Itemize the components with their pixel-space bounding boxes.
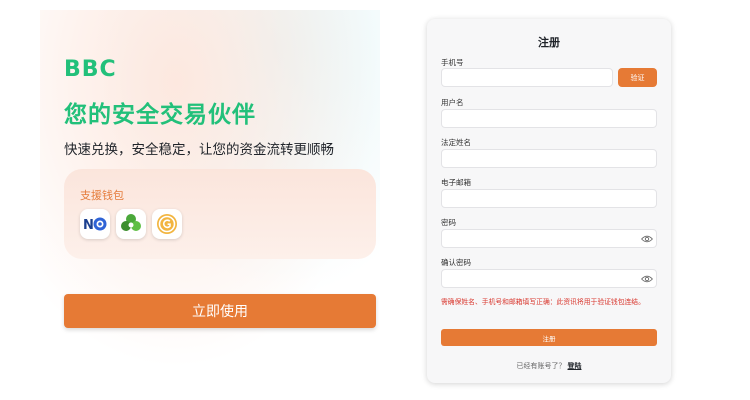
confirm-password-label: 确认密码 bbox=[441, 258, 471, 267]
login-prompt: 已经有账号了？ 登陆 bbox=[427, 361, 671, 371]
password-input[interactable] bbox=[441, 229, 657, 248]
hero-section: BBC 您的安全交易伙伴 快速兑换，安全稳定，让您的资金流转更顺畅 支援钱包 N bbox=[64, 0, 376, 400]
supported-wallets-card: 支援钱包 N bbox=[64, 169, 376, 259]
use-now-button[interactable]: 立即使用 bbox=[64, 294, 376, 328]
register-submit-button[interactable]: 注册 bbox=[441, 329, 657, 346]
supported-wallets-title: 支援钱包 bbox=[80, 189, 124, 202]
gold-coin-wallet-icon[interactable] bbox=[152, 209, 182, 239]
verify-button[interactable]: 验证 bbox=[618, 68, 657, 87]
have-account-text: 已经有账号了？ bbox=[516, 362, 566, 370]
hero-tagline: 快速兑换，安全稳定，让您的资金流转更顺畅 bbox=[64, 142, 334, 158]
register-card: 注册 手机号 验证 用户名 法定姓名 电子邮箱 密码 确认密码 需确保姓名、手机… bbox=[427, 19, 671, 383]
register-warning-text: 需确保姓名、手机号和邮箱填写正确：此资讯将用于验证钱包连结。 bbox=[441, 298, 645, 306]
phone-label: 手机号 bbox=[441, 58, 464, 67]
phone-input[interactable] bbox=[441, 68, 613, 87]
show-password-eye-icon[interactable] bbox=[641, 235, 653, 243]
brand-title: BBC bbox=[64, 57, 117, 82]
username-input[interactable] bbox=[441, 109, 657, 128]
nobi-wallet-icon[interactable]: N bbox=[80, 209, 110, 239]
register-title: 注册 bbox=[538, 36, 560, 49]
password-label: 密码 bbox=[441, 218, 456, 227]
hero-headline: 您的安全交易伙伴 bbox=[64, 102, 256, 128]
login-link[interactable]: 登陆 bbox=[568, 362, 582, 370]
clover-wallet-icon[interactable] bbox=[116, 209, 146, 239]
confirm-password-input[interactable] bbox=[441, 269, 657, 288]
email-label: 电子邮箱 bbox=[441, 178, 471, 187]
username-label: 用户名 bbox=[441, 98, 464, 107]
legal-name-input[interactable] bbox=[441, 149, 657, 168]
email-input[interactable] bbox=[441, 189, 657, 208]
legal-name-label: 法定姓名 bbox=[441, 138, 471, 147]
svg-text:N: N bbox=[83, 218, 94, 233]
show-confirm-password-eye-icon[interactable] bbox=[641, 275, 653, 283]
wallet-icon-list: N bbox=[80, 209, 182, 239]
